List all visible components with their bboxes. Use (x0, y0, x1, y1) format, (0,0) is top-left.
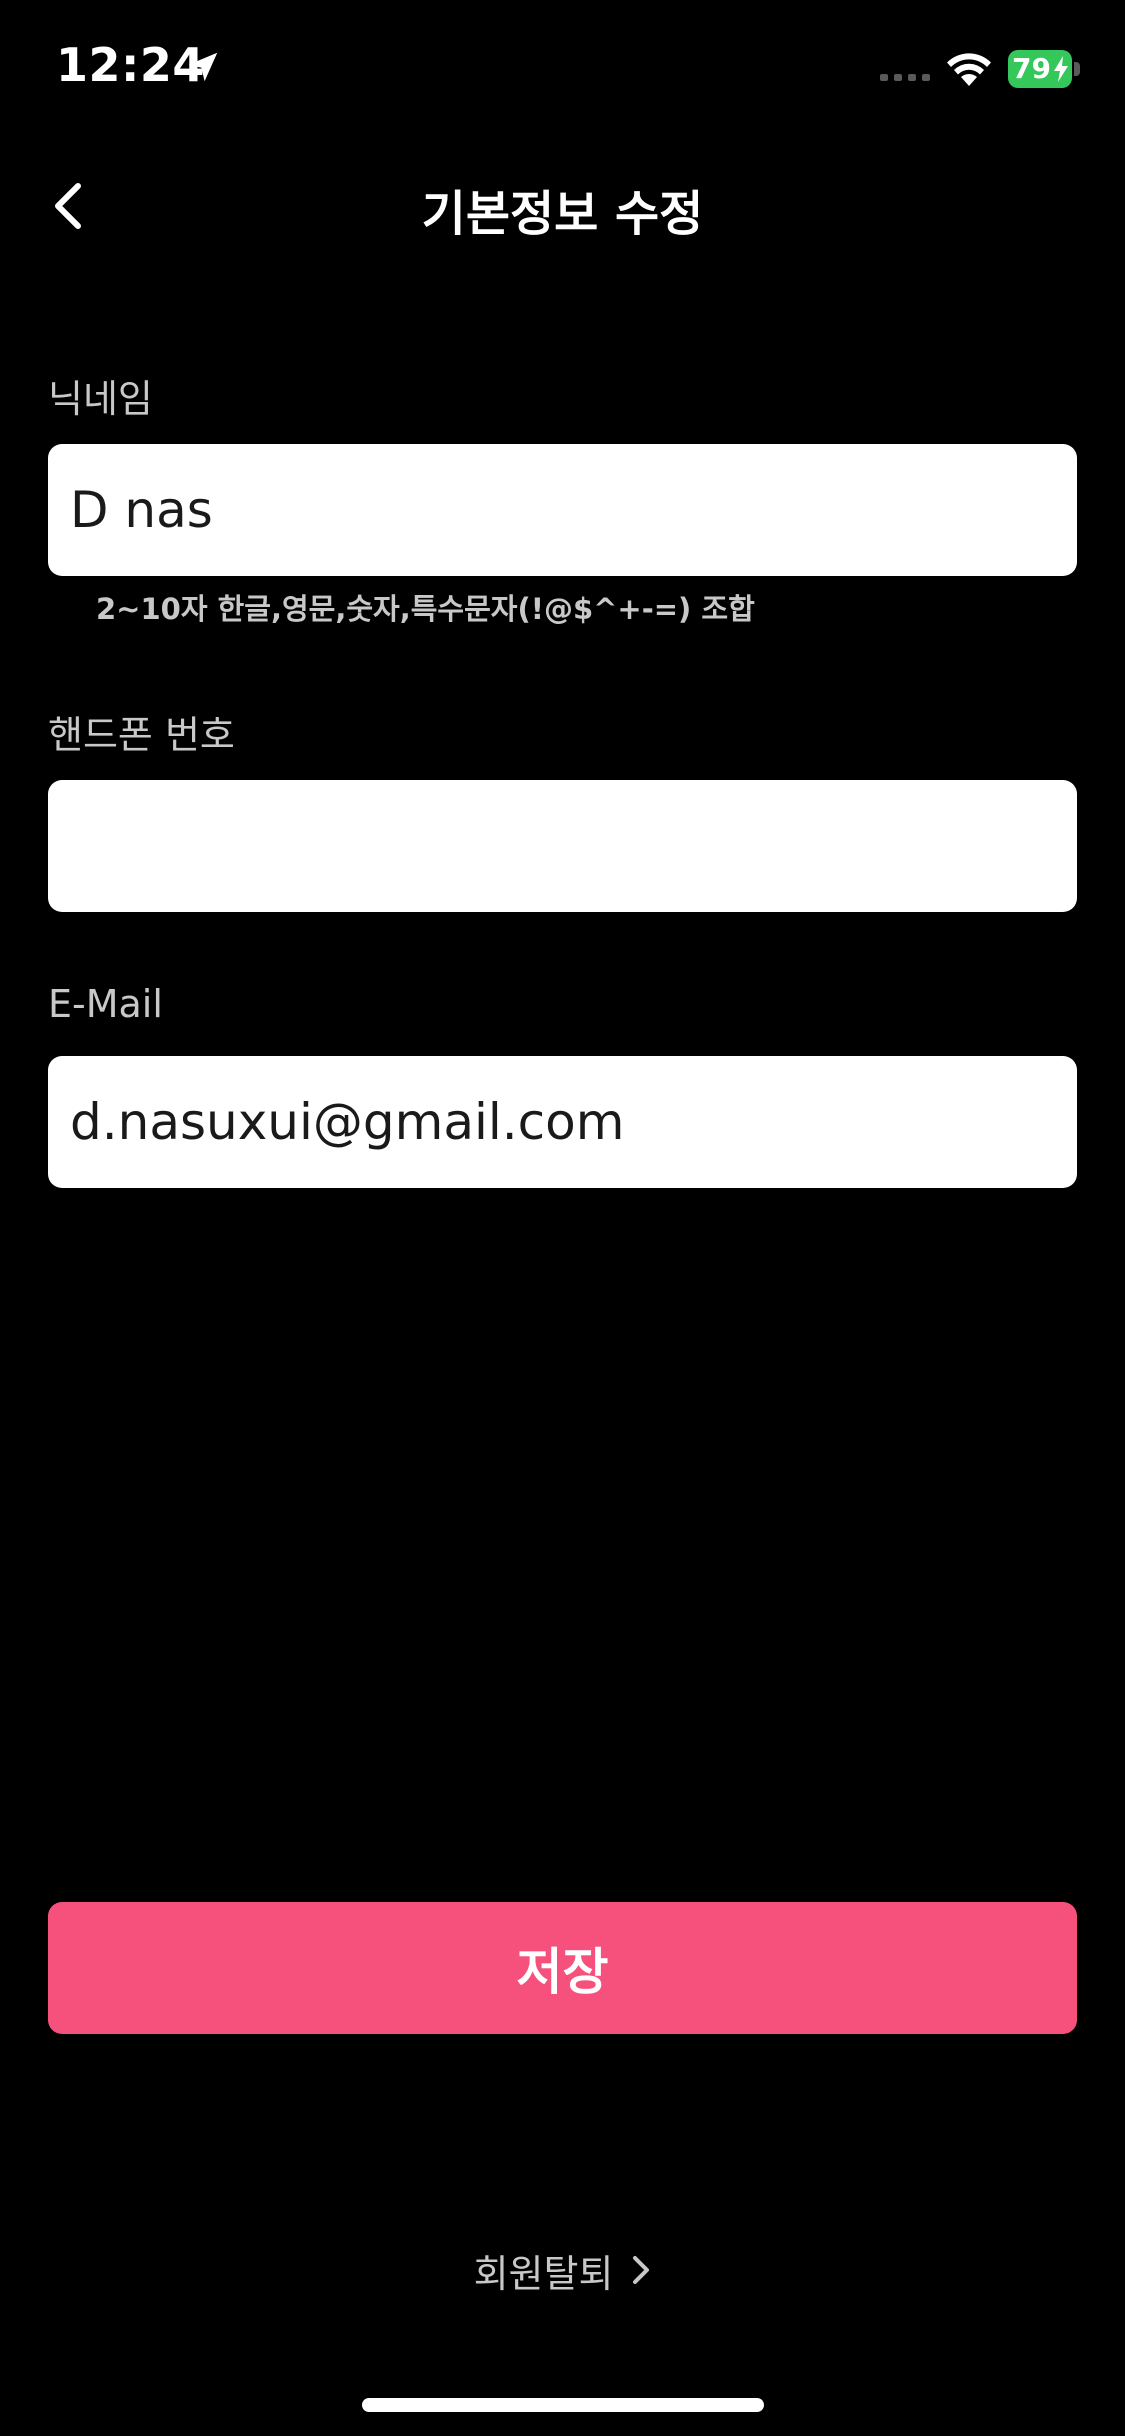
email-label: E-Mail (48, 982, 163, 1026)
battery-icon: 79 (1008, 50, 1080, 88)
nickname-input[interactable] (48, 444, 1077, 576)
cellular-signal-icon (880, 74, 930, 81)
page-title: 기본정보 수정 (421, 186, 704, 242)
navigation-header: 기본정보 수정 (0, 160, 1125, 250)
battery-cap (1074, 62, 1080, 76)
home-indicator (362, 2398, 764, 2412)
nickname-label: 닉네임 (48, 377, 153, 421)
phone-label: 핸드폰 번호 (48, 713, 235, 757)
phone-input[interactable] (48, 780, 1077, 912)
email-input[interactable] (48, 1056, 1077, 1188)
location-arrow-icon (188, 52, 218, 82)
charging-bolt-icon (1054, 56, 1068, 82)
status-time: 12:24 (56, 38, 205, 92)
withdraw-link[interactable]: 회원탈퇴 (0, 2240, 1125, 2300)
chevron-right-icon (633, 2256, 650, 2284)
nickname-hint: 2~10자 한글,영문,숫자,특수문자(!@$^+-=) 조합 (96, 592, 755, 626)
status-bar: 12:24 79 (0, 0, 1125, 140)
withdraw-label: 회원탈퇴 (473, 2251, 614, 2296)
save-button[interactable]: 저장 (48, 1902, 1077, 2034)
wifi-icon (947, 53, 991, 86)
